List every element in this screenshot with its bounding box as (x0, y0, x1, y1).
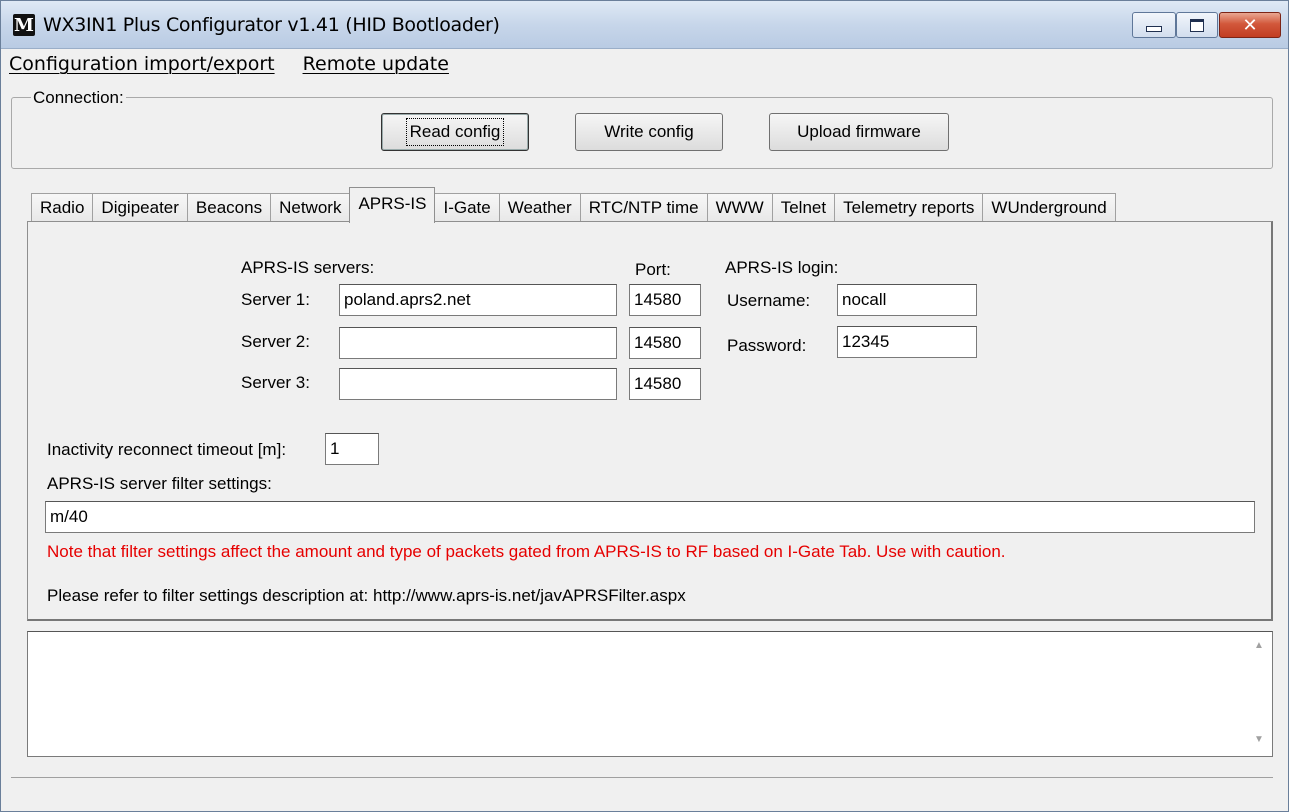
scroll-up-icon[interactable]: ▲ (1254, 640, 1264, 651)
tab-strip: Radio Digipeater Beacons Network APRS-IS… (31, 187, 1116, 223)
upload-firmware-label: Upload firmware (797, 122, 921, 141)
maximize-button[interactable] (1176, 12, 1218, 38)
username-input[interactable]: nocall (837, 284, 977, 316)
minimize-icon (1146, 26, 1162, 32)
server-3-port-input[interactable]: 14580 (629, 368, 701, 400)
maximize-icon (1190, 18, 1204, 32)
servers-header: APRS-IS servers: (241, 258, 375, 277)
timeout-label: Inactivity reconnect timeout [m]: (47, 440, 287, 459)
upload-firmware-button[interactable]: Upload firmware (769, 113, 949, 151)
tab-www[interactable]: WWW (706, 193, 773, 223)
server-3-input[interactable] (339, 368, 617, 400)
server-3-label: Server 3: (241, 373, 310, 392)
port-header: Port: (635, 260, 671, 279)
tab-radio[interactable]: Radio (31, 193, 94, 223)
close-button[interactable]: ✕ (1219, 12, 1281, 38)
app-logo-icon: M (13, 14, 35, 36)
tab-rtc-ntp-time[interactable]: RTC/NTP time (579, 193, 708, 223)
tab-telemetry-reports[interactable]: Telemetry reports (834, 193, 984, 223)
app-window: M WX3IN1 Plus Configurator v1.41 (HID Bo… (0, 0, 1289, 812)
tab-beacons[interactable]: Beacons (186, 193, 272, 223)
read-config-button[interactable]: Read config (381, 113, 529, 151)
tab-wunderground[interactable]: WUnderground (982, 193, 1116, 223)
login-header: APRS-IS login: (725, 258, 839, 277)
server-1-port-input[interactable]: 14580 (629, 284, 701, 316)
menu-accelerator-c: C (9, 53, 23, 75)
tab-i-gate[interactable]: I-Gate (434, 193, 500, 223)
timeout-input[interactable]: 1 (325, 433, 379, 465)
connection-group-label: Connection: (31, 88, 126, 108)
scroll-down-icon[interactable]: ▼ (1254, 734, 1264, 745)
close-icon: ✕ (1242, 14, 1258, 36)
server-1-label: Server 1: (241, 290, 310, 309)
title-bar[interactable]: M WX3IN1 Plus Configurator v1.41 (HID Bo… (1, 1, 1288, 49)
server-2-input[interactable] (339, 327, 617, 359)
minimize-button[interactable] (1132, 12, 1176, 38)
password-label: Password: (727, 336, 807, 355)
server-2-port-input[interactable]: 14580 (629, 327, 701, 359)
filter-label: APRS-IS server filter settings: (47, 474, 272, 493)
filter-input[interactable]: m/40 (45, 501, 1255, 533)
menu-remote-update[interactable]: Remote update (303, 53, 449, 75)
menu-bar: Configuration import/export Remote updat… (9, 53, 471, 85)
read-config-label: Read config (405, 118, 505, 146)
server-2-label: Server 2: (241, 332, 310, 351)
password-input[interactable]: 12345 (837, 326, 977, 358)
log-scrollbar[interactable]: ▲ ▼ (1248, 634, 1270, 754)
menu-accelerator-r: R (302, 53, 315, 75)
server-1-input[interactable]: poland.aprs2.net (339, 284, 617, 316)
menu-configuration-import-export[interactable]: Configuration import/export (9, 53, 275, 75)
write-config-label: Write config (604, 122, 694, 141)
write-config-button[interactable]: Write config (575, 113, 723, 151)
menu-label-rest: onfiguration import/export (22, 53, 275, 75)
tab-aprs-is[interactable]: APRS-IS (349, 187, 436, 223)
window-title: WX3IN1 Plus Configurator v1.41 (HID Boot… (43, 14, 500, 36)
menu-label-rest: emote update (315, 53, 449, 75)
tab-telnet[interactable]: Telnet (771, 193, 836, 223)
status-bar (11, 777, 1273, 810)
username-label: Username: (727, 291, 811, 310)
tab-digipeater[interactable]: Digipeater (92, 193, 188, 223)
filter-warning-text: Note that filter settings affect the amo… (47, 542, 1006, 561)
tab-network[interactable]: Network (270, 193, 351, 223)
tab-weather[interactable]: Weather (498, 193, 581, 223)
log-output-area[interactable]: ▲ ▼ (27, 631, 1273, 757)
filter-info-text: Please refer to filter settings descript… (47, 586, 686, 605)
